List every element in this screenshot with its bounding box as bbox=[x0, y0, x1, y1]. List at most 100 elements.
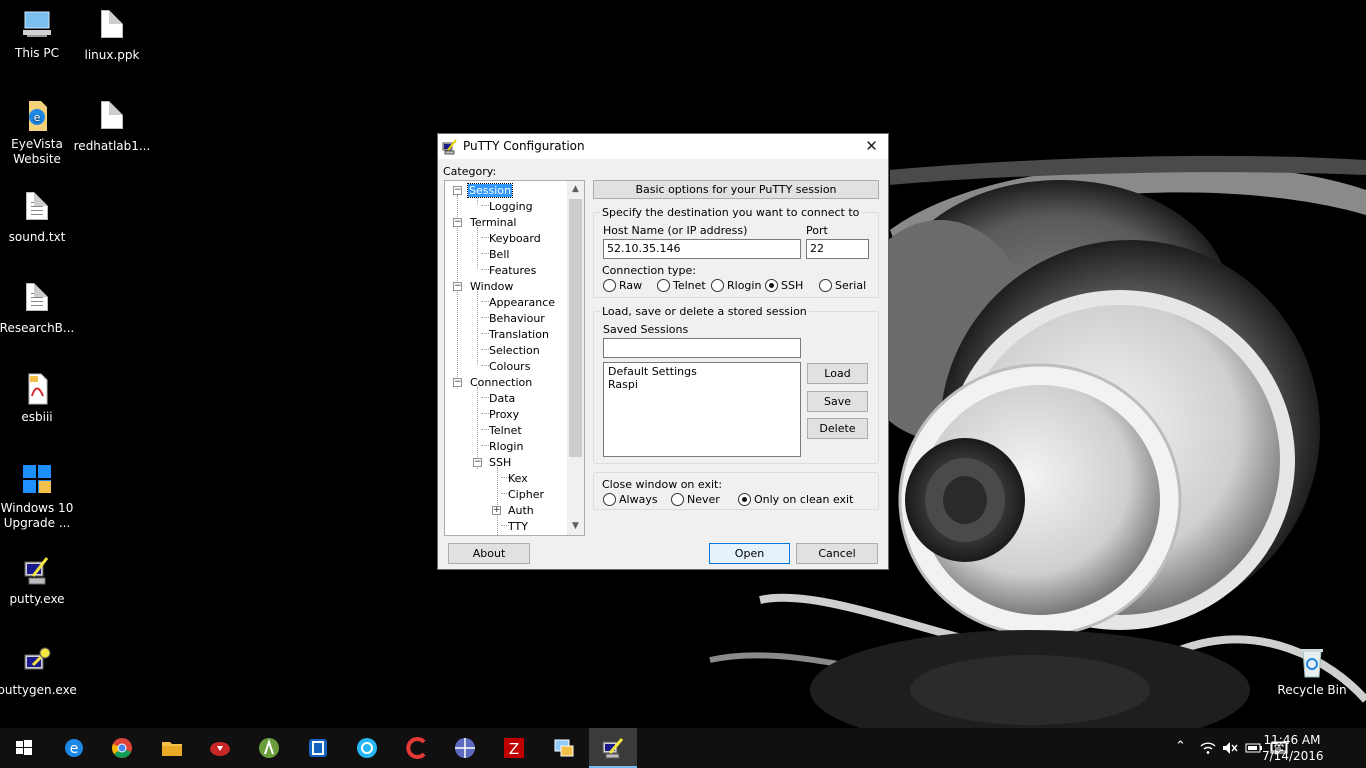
radio-only-on-clean-exit[interactable]: Only on clean exit bbox=[738, 493, 853, 507]
taskbar-app-square[interactable] bbox=[294, 728, 342, 768]
tree-item-label: Appearance bbox=[489, 296, 556, 309]
taskbar-putty[interactable] bbox=[589, 728, 637, 768]
sessions-listbox[interactable]: Default Settings Raspi bbox=[603, 362, 801, 457]
tree-item-telnet[interactable]: Telnet bbox=[489, 423, 522, 438]
taskbar-ccleaner[interactable] bbox=[392, 728, 440, 768]
tree-item-translation[interactable]: Translation bbox=[489, 327, 549, 342]
text-file-icon bbox=[21, 192, 53, 226]
taskbar-file-explorer[interactable] bbox=[148, 728, 196, 768]
collapse-icon[interactable]: − bbox=[453, 186, 462, 195]
desktop-icon-linux-ppk[interactable]: linux.ppk bbox=[72, 8, 152, 63]
desktop-icon-esbiii[interactable]: esbiii bbox=[0, 372, 77, 425]
collapse-icon[interactable]: − bbox=[453, 378, 462, 387]
tree-item-bell[interactable]: Bell bbox=[489, 247, 509, 262]
puttygen-icon bbox=[21, 645, 53, 679]
scroll-up-icon[interactable]: ▲ bbox=[567, 181, 584, 198]
desktop-icon-this-pc[interactable]: This PC bbox=[0, 8, 77, 61]
open-button[interactable]: Open bbox=[709, 543, 790, 564]
tree-item-auth[interactable]: Auth bbox=[508, 503, 534, 518]
taskbar-app-monitor[interactable] bbox=[540, 728, 588, 768]
desktop-icon-putty-exe[interactable]: putty.exe bbox=[0, 554, 77, 607]
app-square-icon bbox=[309, 739, 327, 757]
recycle-bin-icon bbox=[1296, 645, 1328, 679]
about-button[interactable]: About bbox=[448, 543, 530, 564]
radio-circle-icon bbox=[819, 279, 832, 292]
window-titlebar[interactable]: PuTTY Configuration ✕ bbox=[438, 134, 888, 159]
saved-sessions-input[interactable] bbox=[603, 338, 801, 358]
desktop-icon-recycle-bin[interactable]: Recycle Bin bbox=[1272, 645, 1352, 698]
tree-item-logging[interactable]: Logging bbox=[489, 199, 533, 214]
close-button[interactable]: ✕ bbox=[855, 134, 888, 159]
desktop-icon-redhatlab[interactable]: redhatlab1... bbox=[72, 99, 152, 154]
taskbar-app-red[interactable] bbox=[196, 728, 244, 768]
tree-item-colours[interactable]: Colours bbox=[489, 359, 530, 374]
taskbar-app-blue-circle[interactable] bbox=[343, 728, 391, 768]
tree-item-label: Proxy bbox=[489, 408, 520, 421]
tree-item-terminal[interactable]: Terminal bbox=[470, 215, 517, 230]
radio-raw[interactable]: Raw bbox=[603, 279, 642, 293]
desktop-icon-eyevista[interactable]: e EyeVista Website bbox=[0, 99, 77, 167]
collapse-icon[interactable]: − bbox=[473, 458, 482, 467]
list-item[interactable]: Raspi bbox=[608, 378, 796, 391]
tree-item-cipher[interactable]: Cipher bbox=[508, 487, 544, 502]
tree-item-connection[interactable]: Connection bbox=[470, 375, 532, 390]
taskbar-network[interactable] bbox=[441, 728, 489, 768]
radio-telnet[interactable]: Telnet bbox=[657, 279, 706, 293]
taskbar-chrome[interactable] bbox=[98, 728, 146, 768]
radio-label: Always bbox=[619, 493, 658, 506]
tree-item-tty[interactable]: TTY bbox=[508, 519, 528, 534]
radio-rlogin[interactable]: Rlogin bbox=[711, 279, 761, 293]
action-center-icon[interactable] bbox=[1271, 740, 1287, 756]
taskbar-android-studio[interactable] bbox=[245, 728, 293, 768]
tree-item-keyboard[interactable]: Keyboard bbox=[489, 231, 541, 246]
category-tree[interactable]: − − − − − + Session Logging Terminal Key… bbox=[444, 180, 585, 536]
putty-icon bbox=[21, 554, 53, 588]
scrollbar-thumb[interactable] bbox=[569, 199, 582, 457]
load-button[interactable]: Load bbox=[807, 363, 868, 384]
volume-muted-icon[interactable] bbox=[1222, 741, 1238, 755]
tree-item-selection[interactable]: Selection bbox=[489, 343, 540, 358]
list-item[interactable]: Default Settings bbox=[608, 365, 796, 378]
desktop-icon-puttygen-exe[interactable]: puttygen.exe bbox=[0, 645, 77, 698]
tree-item-appearance[interactable]: Appearance bbox=[489, 295, 555, 310]
desktop-icon-windows10-upgrade[interactable]: Windows 10 Upgrade ... bbox=[0, 463, 77, 531]
battery-icon[interactable] bbox=[1245, 741, 1263, 755]
wifi-icon[interactable] bbox=[1200, 741, 1216, 755]
tree-item-label: Selection bbox=[489, 344, 540, 357]
radio-serial[interactable]: Serial bbox=[819, 279, 866, 293]
tree-item-kex[interactable]: Kex bbox=[508, 471, 528, 486]
tree-item-data[interactable]: Data bbox=[489, 391, 515, 406]
svg-text:e: e bbox=[70, 741, 79, 757]
collapse-icon[interactable]: − bbox=[453, 218, 462, 227]
scroll-down-icon[interactable]: ▼ bbox=[567, 518, 584, 535]
tree-item-behaviour[interactable]: Behaviour bbox=[489, 311, 545, 326]
desktop-icon-label: linux.ppk bbox=[84, 48, 140, 62]
tree-item-window[interactable]: Window bbox=[470, 279, 513, 294]
taskbar-edge[interactable]: e bbox=[50, 728, 98, 768]
cancel-button[interactable]: Cancel bbox=[796, 543, 878, 564]
tree-item-rlogin[interactable]: Rlogin bbox=[489, 439, 523, 454]
port-input[interactable]: 22 bbox=[806, 239, 869, 259]
radio-label: Never bbox=[687, 493, 720, 506]
tree-scrollbar[interactable]: ▲ ▼ bbox=[567, 181, 584, 535]
taskbar-filezilla[interactable]: Z bbox=[490, 728, 538, 768]
tree-item-ssh[interactable]: SSH bbox=[489, 455, 511, 470]
ccleaner-icon bbox=[406, 737, 426, 759]
save-button[interactable]: Save bbox=[807, 391, 868, 412]
desktop-icon-researchb[interactable]: ResearchB... bbox=[0, 281, 77, 336]
chevron-up-icon[interactable]: ⌃ bbox=[1175, 739, 1186, 754]
expand-icon[interactable]: + bbox=[492, 506, 501, 515]
edge-icon: e bbox=[65, 739, 83, 757]
radio-always[interactable]: Always bbox=[603, 493, 658, 507]
collapse-icon[interactable]: − bbox=[453, 282, 462, 291]
host-input[interactable]: 52.10.35.146 bbox=[603, 239, 801, 259]
tree-item-proxy[interactable]: Proxy bbox=[489, 407, 519, 422]
desktop-icon-sound-txt[interactable]: sound.txt bbox=[0, 190, 77, 245]
radio-never[interactable]: Never bbox=[671, 493, 720, 507]
delete-button[interactable]: Delete bbox=[807, 418, 868, 439]
radio-ssh[interactable]: SSH bbox=[765, 279, 803, 293]
start-button[interactable] bbox=[0, 728, 48, 768]
tree-item-features[interactable]: Features bbox=[489, 263, 536, 278]
tree-item-session[interactable]: Session bbox=[467, 183, 513, 198]
putty-icon bbox=[602, 738, 624, 759]
